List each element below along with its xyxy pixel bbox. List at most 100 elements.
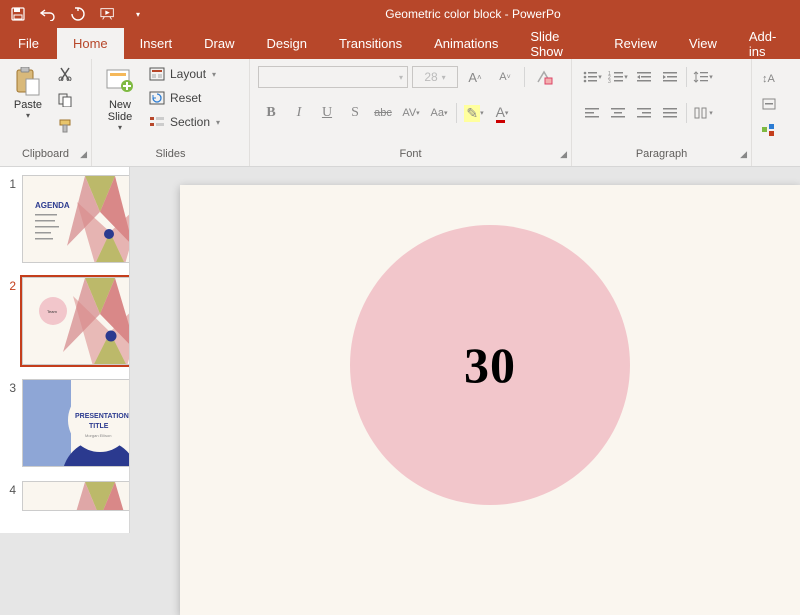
new-slide-icon	[104, 65, 136, 99]
align-left-button[interactable]	[580, 102, 604, 124]
circle-value: 30	[464, 336, 516, 394]
justify-button[interactable]	[658, 102, 682, 124]
paste-button[interactable]: Paste ▾	[6, 63, 50, 120]
chevron-down-icon: ▾	[26, 111, 30, 120]
tab-insert[interactable]: Insert	[124, 28, 189, 59]
align-text-button[interactable]	[758, 93, 782, 115]
layout-icon	[148, 65, 166, 83]
columns-button[interactable]: ▾	[691, 102, 715, 124]
save-icon[interactable]	[10, 6, 26, 22]
text-shadow-button[interactable]: S	[342, 101, 368, 125]
change-case-button[interactable]: Aa▾	[426, 101, 452, 125]
font-size-combo[interactable]: 28▾	[412, 66, 458, 88]
underline-button[interactable]: U	[314, 101, 340, 125]
slide-thumbnail-1[interactable]: AGENDA	[22, 175, 130, 263]
ribbon-tabs: File Home Insert Draw Design Transitions…	[0, 28, 800, 59]
svg-text:↕A: ↕A	[762, 73, 776, 85]
increase-font-button[interactable]: A˄	[462, 65, 488, 89]
chevron-down-icon: ▾	[216, 118, 220, 127]
copy-button[interactable]	[54, 89, 76, 111]
reset-label: Reset	[170, 91, 201, 105]
italic-button[interactable]: I	[286, 101, 312, 125]
workspace: 1 AGENDA	[0, 167, 800, 533]
reset-icon	[148, 89, 166, 107]
group-paragraph: ▾ 123▾ ▾ ▾ Paragraph ◢	[572, 59, 752, 166]
font-color-button[interactable]: A▾	[489, 101, 515, 125]
group-label-font: Font ◢	[250, 148, 571, 166]
group-font: ▾ 28▾ A˄ A˅ B I U S abc AV▾ Aa▾ ✎▾ A▾	[250, 59, 572, 166]
slide-thumbnail-3[interactable]: PRESENTATION TITLE Morgan Ellison	[22, 379, 130, 467]
ribbon: Paste ▾ Clipboard ◢	[0, 59, 800, 167]
tab-draw[interactable]: Draw	[188, 28, 250, 59]
thumb-number: 3	[2, 379, 16, 467]
text-direction-button[interactable]: ↕A	[758, 67, 782, 89]
numbering-button[interactable]: 123▾	[606, 66, 630, 88]
redo-icon[interactable]	[70, 6, 86, 22]
section-button[interactable]: Section ▾	[146, 111, 222, 133]
font-name-combo[interactable]: ▾	[258, 66, 408, 88]
group-label-paragraph: Paragraph ◢	[572, 148, 751, 166]
slide-thumbnail-2[interactable]: Team	[22, 277, 130, 365]
tab-transitions[interactable]: Transitions	[323, 28, 418, 59]
svg-text:3: 3	[608, 79, 611, 84]
bullets-button[interactable]: ▾	[580, 66, 604, 88]
bold-button[interactable]: B	[258, 101, 284, 125]
slide-canvas[interactable]: 30	[180, 185, 800, 615]
group-drawing-partial: ↕A	[752, 59, 800, 166]
layout-label: Layout	[170, 67, 206, 81]
thumb-number: 2	[2, 277, 16, 365]
tab-slideshow[interactable]: Slide Show	[514, 28, 598, 59]
title-bar: ▾ Geometric color block - PowerPo	[0, 0, 800, 28]
decrease-font-button[interactable]: A˅	[492, 65, 518, 89]
decrease-indent-button[interactable]	[632, 66, 656, 88]
tab-addins[interactable]: Add-ins	[733, 28, 800, 59]
group-slides: New Slide ▾ Layout ▾ Reset Section ▾	[92, 59, 250, 166]
svg-text:TITLE: TITLE	[89, 423, 109, 430]
slide-canvas-area[interactable]: 30	[130, 167, 800, 533]
tab-home[interactable]: Home	[57, 28, 124, 59]
svg-text:Morgan Ellison: Morgan Ellison	[85, 433, 111, 438]
window-title: Geometric color block - PowerPo	[146, 7, 800, 21]
dialog-launcher-icon[interactable]: ◢	[740, 149, 747, 160]
qat-customize-icon[interactable]: ▾	[130, 6, 146, 22]
slide-thumbnail-4[interactable]	[22, 481, 130, 511]
line-spacing-button[interactable]: ▾	[691, 66, 715, 88]
tab-design[interactable]: Design	[251, 28, 323, 59]
new-slide-label: New Slide	[108, 99, 132, 123]
svg-text:AGENDA: AGENDA	[35, 201, 70, 210]
strikethrough-button[interactable]: abc	[370, 101, 396, 125]
chevron-down-icon: ▾	[212, 70, 216, 79]
new-slide-button[interactable]: New Slide ▾	[98, 63, 142, 132]
cut-button[interactable]	[54, 63, 76, 85]
undo-icon[interactable]	[40, 6, 56, 22]
highlight-button[interactable]: ✎▾	[461, 101, 487, 125]
format-painter-button[interactable]	[54, 115, 76, 137]
section-icon	[148, 113, 166, 131]
group-label-slides: Slides	[92, 148, 249, 166]
svg-text:PRESENTATION: PRESENTATION	[75, 413, 129, 420]
increase-indent-button[interactable]	[658, 66, 682, 88]
clipboard-icon	[12, 65, 44, 99]
start-slideshow-icon[interactable]	[100, 6, 116, 22]
layout-button[interactable]: Layout ▾	[146, 63, 222, 85]
tab-animations[interactable]: Animations	[418, 28, 514, 59]
thumb-number: 1	[2, 175, 16, 263]
reset-button[interactable]: Reset	[146, 87, 222, 109]
convert-smartart-button[interactable]	[758, 119, 782, 141]
section-label: Section	[170, 115, 210, 129]
quick-access-toolbar: ▾	[0, 6, 146, 22]
group-clipboard: Paste ▾ Clipboard ◢	[0, 59, 92, 166]
thumb-number: 4	[2, 481, 16, 511]
dialog-launcher-icon[interactable]: ◢	[80, 149, 87, 160]
svg-text:Team: Team	[47, 309, 57, 314]
align-right-button[interactable]	[632, 102, 656, 124]
slide-thumbnails-pane: 1 AGENDA	[0, 167, 130, 533]
character-spacing-button[interactable]: AV▾	[398, 101, 424, 125]
tab-file[interactable]: File	[0, 28, 57, 59]
tab-review[interactable]: Review	[598, 28, 673, 59]
tab-view[interactable]: View	[673, 28, 733, 59]
dialog-launcher-icon[interactable]: ◢	[560, 149, 567, 160]
clear-formatting-button[interactable]	[531, 65, 557, 89]
align-center-button[interactable]	[606, 102, 630, 124]
circle-shape[interactable]: 30	[350, 225, 630, 505]
